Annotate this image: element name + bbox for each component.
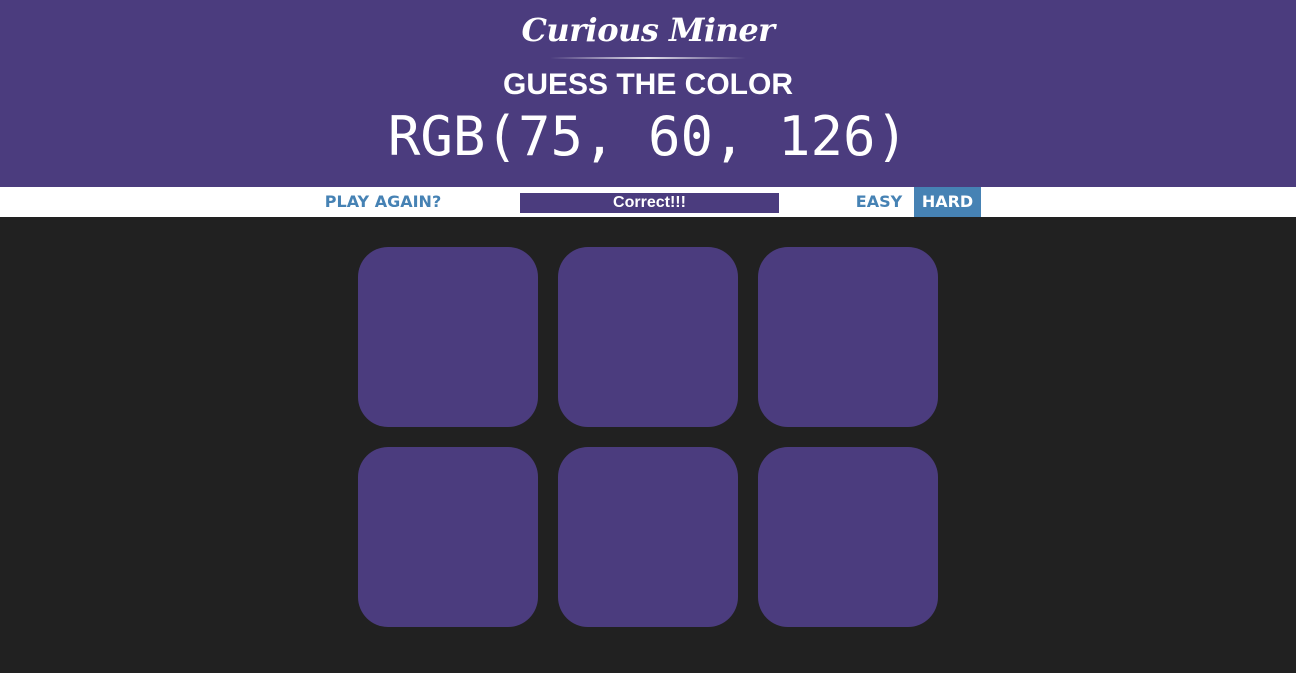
page-subtitle: GUESS THE COLOR bbox=[502, 68, 794, 101]
play-again-button[interactable]: PLAY AGAIN? bbox=[314, 187, 452, 217]
color-squares-grid bbox=[348, 237, 948, 637]
easy-mode-button[interactable]: EASY bbox=[847, 187, 911, 217]
header: Curious Miner GUESS THE COLOR RGB(75, 60… bbox=[0, 0, 1296, 187]
controls-stripe: PLAY AGAIN? Correct!!! EASY HARD bbox=[0, 187, 1296, 217]
hard-mode-button[interactable]: HARD bbox=[914, 187, 981, 217]
color-square-4[interactable] bbox=[358, 447, 538, 627]
color-square-2[interactable] bbox=[558, 247, 738, 427]
color-square-6[interactable] bbox=[758, 447, 938, 627]
status-message: Correct!!! bbox=[520, 193, 779, 213]
target-color-display: RGB(75, 60, 126) bbox=[387, 105, 909, 168]
color-square-3[interactable] bbox=[758, 247, 938, 427]
brand-divider bbox=[550, 57, 746, 59]
color-square-5[interactable] bbox=[558, 447, 738, 627]
color-square-1[interactable] bbox=[358, 247, 538, 427]
brand-logo-text: Curious Miner bbox=[521, 11, 775, 49]
